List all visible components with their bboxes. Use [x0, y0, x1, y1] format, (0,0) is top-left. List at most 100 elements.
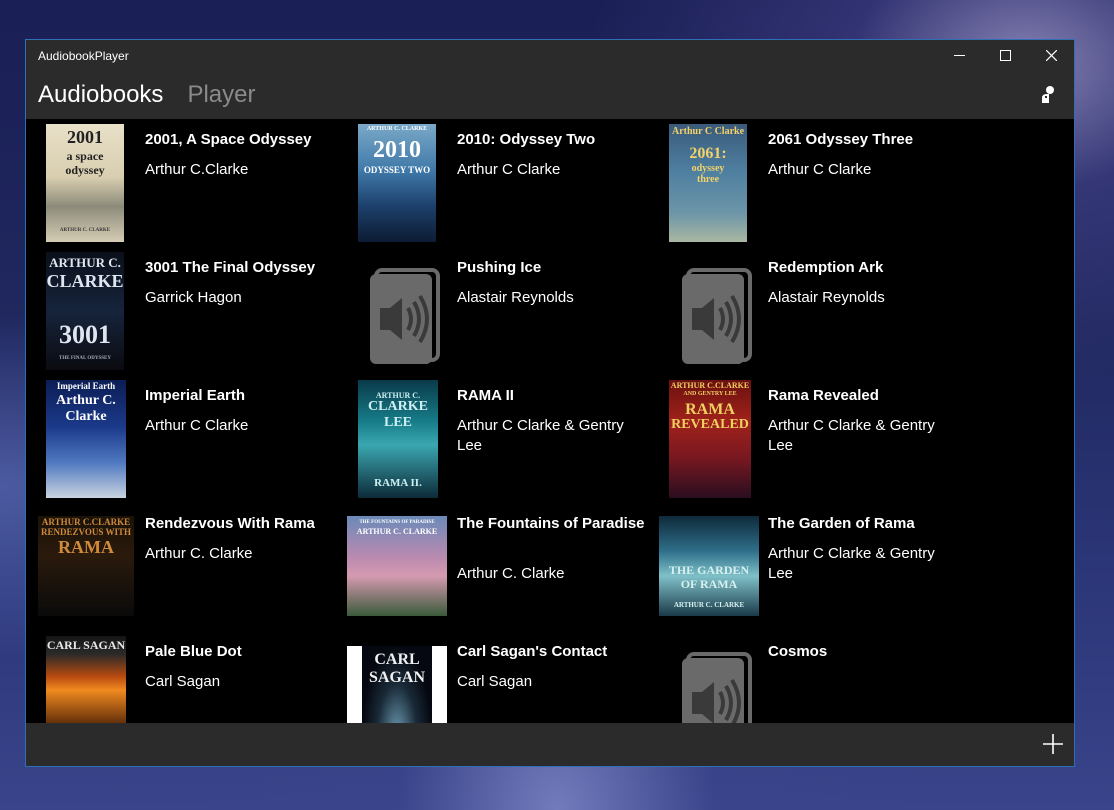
book-title: 3001 The Final Odyssey: [145, 259, 316, 276]
cover-text: odyssey: [691, 163, 725, 174]
book-author: Carl Sagan: [457, 673, 533, 690]
cover-text: 3001: [59, 320, 111, 349]
cover-text: RAMA: [685, 401, 735, 418]
cover-text: ODYSSEY TWO: [363, 165, 431, 175]
book-title: Rendezvous With Rama: [145, 515, 315, 532]
cover-text: ARTHUR C. CLARKE: [366, 126, 428, 132]
cover-text: Clarke: [65, 409, 107, 424]
cover-text: SAGAN: [368, 669, 425, 686]
cover-text: ARTHUR C.CLARKE: [670, 381, 750, 390]
bottom-app-bar: [26, 723, 1074, 766]
cover-text: CARL: [374, 651, 420, 668]
maximize-icon: [999, 50, 1011, 61]
book-cover: ARTHUR C. CLARKE 3001 THE FINAL ODYSSEY: [46, 252, 124, 370]
book-author: Arthur C Clarke: [768, 161, 872, 178]
book-title: Rama Revealed: [768, 387, 879, 404]
cover-text: a space: [66, 149, 104, 163]
cover-text: Imperial Earth: [56, 381, 116, 391]
book-title: 2061 Odyssey Three: [768, 131, 914, 148]
cover-text: OF RAMA: [680, 577, 738, 591]
cover-text: odyssey: [65, 163, 105, 177]
minimize-icon: [953, 55, 965, 56]
book-cover: [364, 252, 464, 370]
close-icon: [1045, 50, 1057, 61]
book-title: 2010: Odyssey Two: [457, 131, 596, 148]
minimize-button[interactable]: [936, 40, 982, 71]
cover-text: LEE: [383, 415, 412, 430]
book-cover: THE FOUNTAINS OF PARADISE ARTHUR C. CLARK…: [347, 516, 447, 616]
book-cover: ARTHUR C.CLARKE AND GENTRY LEE RAMA REVEALE…: [669, 380, 751, 498]
book-cover: CARL SAGAN: [46, 636, 126, 723]
book-title: The Fountains of Paradise: [457, 515, 645, 532]
cover-text: ARTHUR C. CLARKE: [673, 601, 745, 609]
book-title: 2001, A Space Odyssey: [145, 131, 312, 148]
maximize-button[interactable]: [982, 40, 1028, 71]
book-author: Arthur C Clarke & Gentry Lee: [457, 417, 624, 454]
book-author: Carl Sagan: [145, 673, 221, 690]
cover-text: THE FOUNTAINS OF PARADISE: [359, 520, 435, 525]
cover-text: CLARKE: [46, 271, 124, 291]
cover-text: RAMA: [58, 537, 114, 557]
book-cover: [676, 252, 776, 370]
cover-text: 2001: [67, 127, 103, 147]
title-bar[interactable]: AudiobookPlayer: [26, 40, 1074, 71]
cover-text: ARTHUR C.: [49, 255, 121, 270]
speaker-book-icon: [682, 268, 752, 364]
cover-text: THE FINAL ODYSSEY: [59, 356, 111, 361]
cover-text: ARTHUR C. CLARKE: [59, 228, 111, 233]
cover-text: ARTHUR C.CLARKE: [41, 517, 131, 527]
book-cover: [676, 636, 776, 723]
person-icon[interactable]: [1038, 84, 1058, 104]
book-title: Pushing Ice: [457, 259, 542, 276]
close-button[interactable]: [1028, 40, 1074, 71]
cover-text: Arthur C Clarke: [671, 126, 745, 137]
book-cover: THE GARDEN OF RAMA ARTHUR C. CLARKE: [659, 516, 759, 616]
book-author: Arthur C. Clarke: [457, 565, 565, 582]
book-author: Arthur C Clarke & Gentry Lee: [768, 417, 935, 454]
book-title: The Garden of Rama: [768, 515, 915, 532]
book-cover: ARTHUR C. CLARKE 2010 ODYSSEY TWO: [358, 124, 436, 242]
book-title: Cosmos: [768, 643, 828, 660]
book-author: Alastair Reynolds: [457, 289, 574, 306]
cover-text: CARL SAGAN: [46, 638, 126, 652]
book-title: RAMA II: [457, 387, 514, 404]
app-header: Audiobooks Player: [26, 71, 1074, 119]
book-author: Alastair Reynolds: [768, 289, 885, 306]
cover-text: 2010: [373, 137, 421, 163]
cover-text: three: [696, 174, 720, 185]
book-cover: 2001 a space odyssey ARTHUR C. CLARKE: [46, 124, 124, 242]
app-window: AudiobookPlayer Audiobooks Player 2001, …: [25, 39, 1075, 767]
book-cover: CARL SAGAN: [347, 646, 447, 723]
speaker-book-icon: [370, 268, 440, 364]
book-author: Arthur C Clarke & Gentry Lee: [768, 545, 935, 582]
caption-buttons: [936, 40, 1074, 71]
cover-text: RAMA II.: [374, 477, 422, 489]
pivot-tabs: Audiobooks Player: [26, 81, 279, 109]
tab-player[interactable]: Player: [187, 81, 255, 109]
book-title: Imperial Earth: [145, 387, 246, 404]
cover-text: CLARKE: [368, 399, 428, 414]
book-author: Arthur C. Clarke: [145, 545, 253, 562]
book-author: Arthur C Clarke: [457, 161, 561, 178]
cover-text: AND GENTRY LEE: [683, 391, 737, 397]
book-title: Redemption Ark: [768, 259, 884, 276]
window-title: AudiobookPlayer: [38, 48, 129, 63]
book-cover: Imperial Earth Arthur C. Clarke: [46, 380, 126, 498]
book-title: Carl Sagan's Contact: [457, 643, 608, 660]
speaker-book-icon: [682, 652, 752, 723]
book-author: Arthur C.Clarke: [145, 161, 249, 178]
book-author: Garrick Hagon: [145, 289, 242, 306]
book-title: Pale Blue Dot: [145, 643, 242, 660]
cover-text: REVEALED: [671, 417, 749, 432]
cover-text: 2061:: [689, 145, 727, 162]
audiobook-grid[interactable]: 2001, A Space Odyssey Arthur C.Clarke 2001…: [26, 119, 1074, 723]
cover-text: RENDEZVOUS WITH: [41, 527, 131, 537]
cover-text: THE GARDEN: [668, 563, 750, 577]
book-author: Arthur C Clarke: [145, 417, 249, 434]
cover-art: CARL SAGAN: [362, 646, 432, 723]
cover-text: Arthur C.: [56, 393, 116, 408]
book-cover: ARTHUR C.CLARKE RENDEZVOUS WITH RAMA: [38, 516, 134, 616]
tab-audiobooks[interactable]: Audiobooks: [38, 81, 163, 109]
book-cover: Arthur C Clarke 2061: odyssey three: [669, 124, 747, 242]
plus-icon[interactable]: [1042, 733, 1064, 755]
